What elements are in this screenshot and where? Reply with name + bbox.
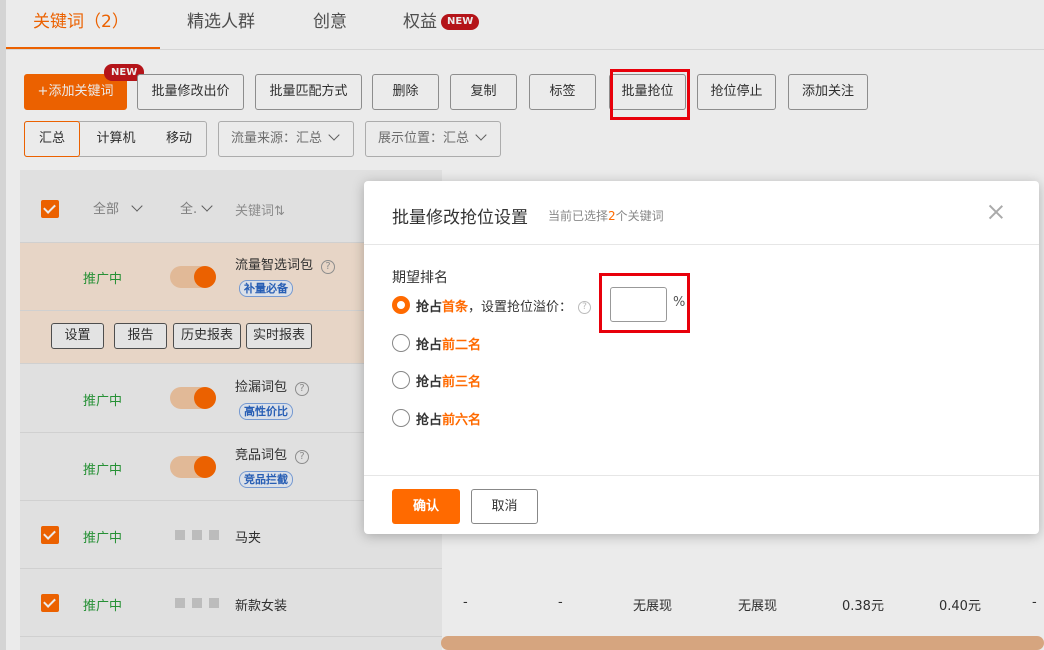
option-highlight: 前二名 [442, 338, 482, 353]
option-label: 抢占前六名 [416, 409, 481, 428]
selected-count: 2 [608, 209, 616, 223]
dialog-title: 批量修改抢位设置 [392, 208, 528, 228]
radio-button[interactable] [392, 296, 410, 314]
subtitle-prefix: 当前已选择 [548, 209, 609, 223]
option-top3[interactable]: 抢占前三名 [392, 370, 512, 390]
option-label: 抢占前三名 [416, 371, 481, 390]
help-icon[interactable]: ? [578, 301, 592, 314]
option-highlight: 首条 [442, 300, 469, 315]
divider [364, 475, 1039, 476]
cancel-button[interactable]: 取消 [471, 489, 538, 524]
option-suffix: ，设置抢位溢价： [468, 300, 573, 315]
option-prefix: 抢占 [416, 338, 443, 353]
radio-button[interactable] [392, 371, 410, 389]
batch-rank-dialog: 批量修改抢位设置 当前已选择2个关键词 期望排名 抢占首条，设置抢位溢价：? %… [364, 181, 1039, 534]
option-top2[interactable]: 抢占前二名 [392, 333, 512, 353]
divider [364, 244, 1039, 245]
subtitle-suffix: 个关键词 [615, 209, 664, 223]
option-label: 抢占前二名 [416, 334, 481, 353]
dialog-subtitle: 当前已选择2个关键词 [548, 207, 664, 224]
option-label: 抢占首条，设置抢位溢价：? [416, 296, 592, 315]
highlight-box-batch-rank [610, 69, 690, 120]
option-top6[interactable]: 抢占前六名 [392, 408, 512, 428]
radio-button[interactable] [392, 409, 410, 427]
option-highlight: 前六名 [442, 413, 482, 428]
option-prefix: 抢占 [416, 375, 443, 390]
option-prefix: 抢占 [416, 300, 443, 315]
option-first[interactable]: 抢占首条，设置抢位溢价：? [392, 295, 602, 315]
expected-rank-label: 期望排名 [392, 270, 448, 286]
confirm-button[interactable]: 确认 [392, 489, 460, 524]
close-icon[interactable] [987, 203, 1005, 221]
option-prefix: 抢占 [416, 413, 443, 428]
highlight-box-premium-input [599, 273, 690, 333]
radio-button[interactable] [392, 334, 410, 352]
option-highlight: 前三名 [442, 375, 482, 390]
